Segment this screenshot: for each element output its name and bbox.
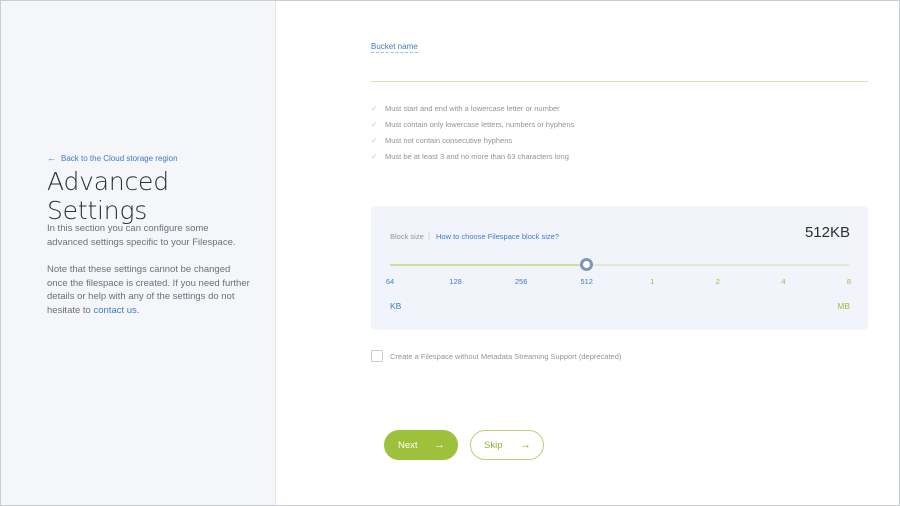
settings-note-end: .	[136, 304, 140, 316]
block-size-slider-thumb[interactable]	[580, 258, 594, 271]
settings-note: Note that these settings cannot be chang…	[47, 263, 252, 317]
arrow-left-icon: ←	[47, 153, 56, 163]
rule-text: Must start and end with a lowercase lett…	[385, 103, 560, 113]
rule-item: ✓ Must be at least 3 and no more than 63 …	[371, 148, 574, 164]
check-icon: ✓	[371, 103, 378, 113]
rule-item: ✓ Must not contain consecutive hyphens	[371, 132, 574, 148]
unit-mb-label: MB	[837, 301, 850, 311]
block-size-panel: Block size | How to choose Filespace blo…	[371, 206, 868, 330]
section-description: In this section you can configure some a…	[47, 223, 236, 248]
next-button[interactable]: Next →	[384, 430, 458, 460]
slider-tick[interactable]: 8	[847, 277, 851, 286]
slider-tick[interactable]: 256	[515, 277, 528, 286]
slider-tick[interactable]: 4	[781, 277, 785, 286]
label-separator: |	[428, 231, 431, 240]
block-size-label: Block size	[390, 232, 424, 241]
check-icon: ✓	[371, 151, 378, 161]
check-icon: ✓	[371, 119, 378, 129]
sidebar: ← Back to the Cloud storage region Advan…	[1, 1, 276, 505]
metadata-option[interactable]: Create a Filespace without Metadata Stre…	[371, 350, 621, 362]
metadata-streaming-checkbox[interactable]	[371, 350, 383, 362]
bucket-name-rules: ✓ Must start and end with a lowercase let…	[371, 100, 574, 164]
slider-fill	[390, 264, 587, 266]
slider-tick[interactable]: 512	[580, 277, 593, 286]
arrow-right-icon: →	[434, 439, 445, 451]
rule-text: Must contain only lowercase letters, num…	[385, 119, 575, 129]
settings-note-text: Note that these settings cannot be chang…	[47, 264, 250, 316]
skip-button[interactable]: Skip →	[470, 430, 544, 460]
slider-tick[interactable]: 64	[386, 277, 394, 286]
slider-tick[interactable]: 128	[449, 277, 462, 286]
rule-text: Must be at least 3 and no more than 63 c…	[385, 151, 569, 161]
rule-item: ✓ Must contain only lowercase letters, nu…	[371, 116, 574, 132]
check-icon: ✓	[371, 135, 378, 145]
rule-text: Must not contain consecutive hyphens	[385, 135, 513, 145]
bucket-name-label: Bucket name	[371, 42, 418, 53]
block-size-help-link[interactable]: How to choose Filespace block size?	[436, 232, 559, 241]
back-link-label: Back to the Cloud storage region	[61, 153, 178, 163]
back-link[interactable]: ← Back to the Cloud storage region	[47, 153, 178, 163]
unit-kb-label: KB	[390, 301, 402, 311]
block-size-value: 512KB	[804, 224, 850, 241]
rule-item: ✓ Must start and end with a lowercase let…	[371, 100, 574, 116]
contact-us-link[interactable]: contact us	[93, 305, 136, 316]
slider-tick[interactable]: 1	[650, 277, 654, 286]
skip-button-label: Skip	[484, 439, 503, 451]
page-title: Advanced Settings	[47, 167, 169, 225]
slider-tick[interactable]: 2	[716, 277, 720, 286]
metadata-option-label: Create a Filespace without Metadata Stre…	[390, 351, 622, 361]
block-size-slider-track[interactable]	[390, 264, 849, 266]
next-button-label: Next	[398, 439, 418, 451]
arrow-right-icon: →	[520, 439, 531, 451]
bucket-name-input[interactable]	[371, 56, 868, 82]
